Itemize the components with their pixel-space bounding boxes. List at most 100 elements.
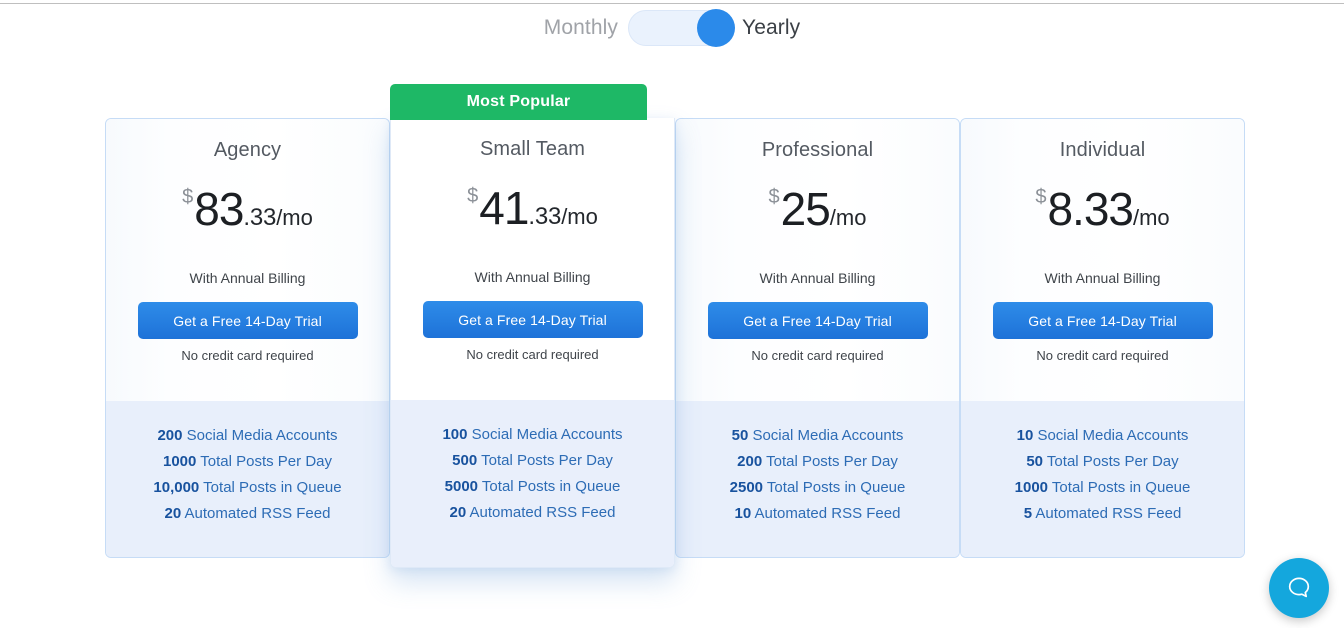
feature-value: 10 (734, 505, 752, 522)
plan-title: Agency (213, 139, 282, 161)
feature-value: 20 (164, 505, 182, 522)
feature-item: 500 Total Posts Per Day (452, 452, 613, 469)
billing-note: With Annual Billing (189, 270, 306, 286)
no-credit-card-note: No credit card required (466, 347, 599, 362)
feature-item: 20 Automated RSS Feed (165, 505, 331, 522)
feature-value: 5000 (444, 478, 479, 495)
currency-symbol: $ (1035, 186, 1047, 208)
plan-price: $ 25 /mo (769, 186, 867, 232)
billing-toggle-yearly-label[interactable]: Yearly (742, 16, 800, 40)
most-popular-badge: Most Popular (390, 84, 647, 120)
free-trial-button[interactable]: Get a Free 14-Day Trial (137, 302, 358, 339)
feature-item: 50 Social Media Accounts (732, 427, 904, 444)
pricing-card-professional[interactable]: Professional $ 25 /mo With Annual Billin… (675, 118, 960, 558)
features-list: 200 Social Media Accounts 1000 Total Pos… (106, 401, 389, 557)
features-list: 50 Social Media Accounts 200 Total Posts… (676, 401, 959, 557)
help-beacon-button[interactable] (1269, 558, 1329, 618)
feature-value: 1000 (163, 453, 197, 470)
free-trial-button[interactable]: Get a Free 14-Day Trial (992, 302, 1213, 339)
feature-item: 50 Total Posts Per Day (1026, 453, 1178, 470)
feature-label: Total Posts Per Day (762, 453, 898, 470)
feature-value: 2500 (729, 479, 764, 496)
feature-item: 200 Social Media Accounts (157, 427, 337, 444)
feature-item: 1000 Total Posts Per Day (163, 453, 332, 470)
billing-note: With Annual Billing (759, 270, 876, 286)
card-header-small-team: Small Team $ 41 .33 /mo With Annual Bill… (391, 118, 674, 400)
plan-title: Individual (1059, 139, 1146, 161)
no-credit-card-note: No credit card required (1036, 348, 1169, 363)
feature-label: Total Posts Per Day (1043, 453, 1179, 470)
plan-price: $ 83 .33 /mo (182, 186, 313, 232)
price-cents: .33 (528, 203, 562, 230)
feature-label: Social Media Accounts (182, 427, 338, 444)
currency-symbol: $ (182, 186, 194, 208)
no-credit-card-note: No credit card required (751, 348, 884, 363)
currency-symbol: $ (467, 185, 479, 207)
feature-value: 200 (157, 427, 183, 444)
feature-label: Social Media Accounts (748, 427, 904, 444)
feature-item: 10,000 Total Posts in Queue (153, 479, 341, 496)
feature-label: Automated RSS Feed (466, 504, 616, 521)
feature-value: 20 (449, 504, 467, 521)
feature-label: Total Posts in Queue (199, 479, 342, 496)
currency-symbol: $ (768, 186, 780, 208)
billing-note: With Annual Billing (1044, 270, 1161, 286)
price-amount: 41 (479, 182, 529, 234)
feature-item: 20 Automated RSS Feed (450, 504, 616, 521)
feature-value: 5 (1023, 505, 1033, 522)
feature-item: 5 Automated RSS Feed (1024, 505, 1182, 522)
feature-label: Automated RSS Feed (751, 505, 901, 522)
price-amount: 8.33 (1047, 183, 1134, 235)
feature-label: Total Posts in Queue (1048, 479, 1191, 496)
page-top-divider (0, 3, 1344, 4)
features-list: 100 Social Media Accounts 500 Total Post… (391, 400, 674, 567)
feature-value: 10,000 (153, 479, 200, 496)
feature-label: Automated RSS Feed (1032, 505, 1182, 522)
feature-label: Total Posts in Queue (763, 479, 906, 496)
feature-label: Total Posts Per Day (196, 453, 332, 470)
most-popular-badge-label: Most Popular (466, 93, 571, 110)
pricing-card-small-team[interactable]: Small Team $ 41 .33 /mo With Annual Bill… (390, 118, 675, 568)
feature-value: 50 (1026, 453, 1044, 470)
plan-price: $ 8.33 /mo (1035, 186, 1169, 232)
feature-item: 200 Total Posts Per Day (737, 453, 898, 470)
billing-toggle-monthly-label[interactable]: Monthly (544, 16, 618, 40)
feature-label: Total Posts Per Day (477, 452, 613, 469)
feature-value: 500 (452, 452, 478, 469)
feature-item: 10 Social Media Accounts (1017, 427, 1189, 444)
feature-label: Automated RSS Feed (181, 505, 331, 522)
free-trial-button[interactable]: Get a Free 14-Day Trial (707, 302, 928, 339)
pricing-card-agency[interactable]: Agency $ 83 .33 /mo With Annual Billing … (105, 118, 390, 558)
price-cents: .33 (243, 204, 277, 231)
feature-item: 2500 Total Posts in Queue (730, 479, 906, 496)
feature-item: 100 Social Media Accounts (442, 426, 622, 443)
no-credit-card-note: No credit card required (181, 348, 314, 363)
feature-item: 10 Automated RSS Feed (735, 505, 901, 522)
feature-label: Total Posts in Queue (478, 478, 621, 495)
feature-value: 50 (731, 427, 749, 444)
price-amount: 25 (780, 183, 831, 235)
feature-value: 200 (737, 453, 763, 470)
chat-bubble-icon (1288, 577, 1310, 598)
billing-period-switch[interactable] (628, 9, 736, 47)
billing-note: With Annual Billing (474, 269, 591, 285)
feature-label: Social Media Accounts (1033, 427, 1189, 444)
price-period: /mo (561, 204, 598, 229)
pricing-cards: Most Popular Agency $ 83 .33 /mo With An… (105, 84, 1245, 568)
price-period: /mo (276, 205, 313, 230)
feature-item: 5000 Total Posts in Queue (445, 478, 621, 495)
free-trial-button[interactable]: Get a Free 14-Day Trial (422, 301, 643, 338)
feature-value: 100 (442, 426, 468, 443)
plan-title: Professional (761, 139, 874, 161)
price-period: /mo (1132, 205, 1170, 230)
billing-period-toggle-group: Monthly Yearly (0, 9, 1344, 47)
feature-label: Social Media Accounts (467, 426, 623, 443)
plan-price: $ 41 .33 /mo (467, 185, 598, 231)
switch-knob (697, 9, 736, 47)
card-header-agency: Agency $ 83 .33 /mo With Annual Billing … (106, 119, 389, 401)
price-amount: 83 (194, 183, 244, 235)
plan-title: Small Team (479, 138, 586, 160)
features-list: 10 Social Media Accounts 50 Total Posts … (961, 401, 1244, 557)
pricing-card-individual[interactable]: Individual $ 8.33 /mo With Annual Billin… (960, 118, 1245, 558)
feature-value: 10 (1016, 427, 1034, 444)
